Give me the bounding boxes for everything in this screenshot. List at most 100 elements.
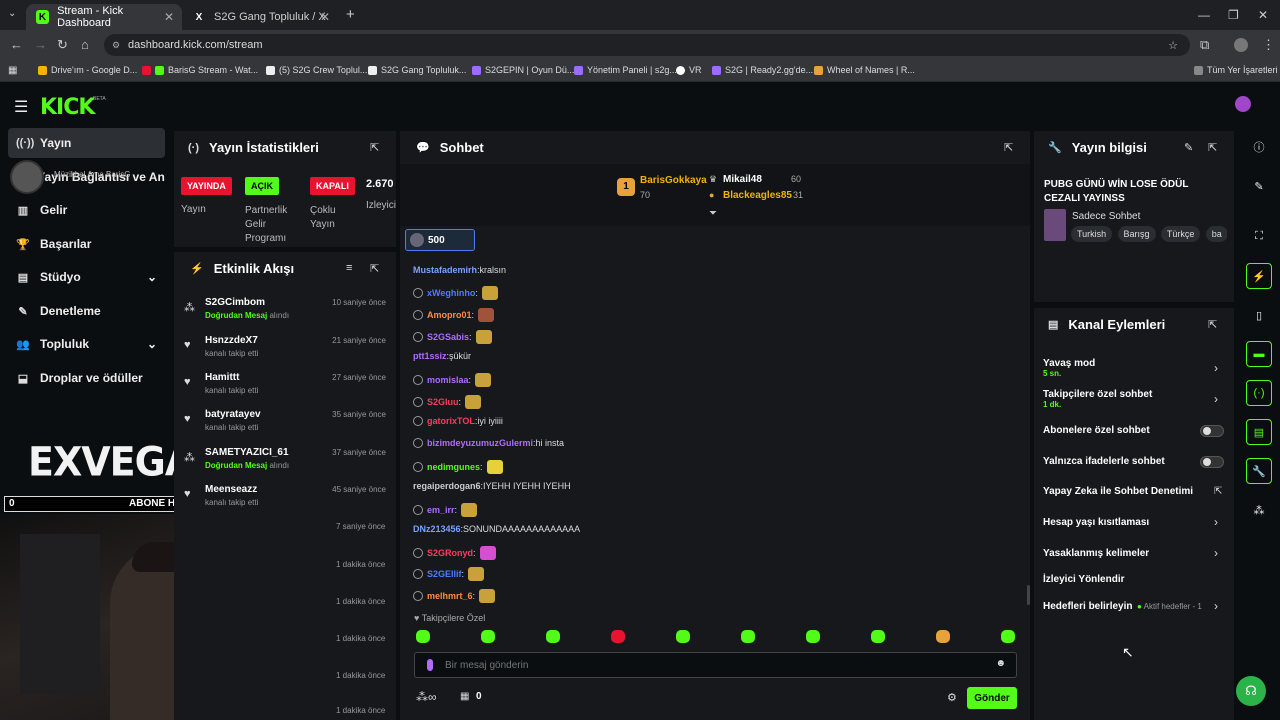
chat-username[interactable]: S2Gluu	[427, 397, 459, 407]
fullscreen-icon[interactable]: ⛶	[1246, 223, 1272, 249]
kick-logo[interactable]: KICK	[40, 95, 95, 120]
chat-input-box[interactable]: ☻	[414, 652, 1017, 678]
chat-username[interactable]: momislaa	[427, 375, 469, 385]
chat-username[interactable]: melhmrt_6	[427, 591, 473, 601]
bookmark-item[interactable]: Yönetim Paneli | s2g...	[574, 65, 677, 75]
chevron-right-icon[interactable]: ›	[1214, 546, 1218, 560]
url-field[interactable]: ⚙ dashboard.kick.com/stream ☆	[104, 34, 1190, 56]
bookmark-item[interactable]: (5) S2G Crew Toplul...	[266, 65, 367, 75]
chevron-right-icon[interactable]: ›	[1214, 599, 1218, 613]
filter-icon[interactable]: ≡	[346, 262, 352, 274]
sidebar-item-droplar[interactable]: ⬓ Droplar ve ödüller	[8, 363, 165, 393]
chevron-right-icon[interactable]: ›	[1214, 392, 1218, 406]
chat-username[interactable]: regaiperdogan6	[413, 481, 481, 491]
bookmark-item[interactable]: S2G | Ready2.gg'de...	[712, 65, 813, 75]
chat-username[interactable]: em_irr	[427, 505, 455, 515]
action-banned-words[interactable]: Yasaklanmış kelimeler	[1043, 548, 1223, 559]
chat-username[interactable]: S2GRonyd	[427, 548, 473, 558]
quick-emote-icon[interactable]	[481, 630, 495, 643]
stream-info-toggle-icon[interactable]: 🔧	[1246, 458, 1272, 484]
bookmark-item[interactable]: S2G Gang Topluluk...	[368, 65, 466, 75]
chat-username[interactable]: S2GEllif	[427, 569, 462, 579]
popout-icon[interactable]: ⇱	[370, 141, 379, 154]
hamburger-menu-icon[interactable]: ☰	[14, 97, 28, 117]
tag[interactable]: Turkish	[1071, 226, 1113, 242]
close-tab-icon[interactable]: ✕	[320, 10, 330, 24]
notes-icon[interactable]: ▯	[1246, 302, 1272, 328]
quick-emote-icon[interactable]	[1001, 630, 1015, 643]
channel-toggle-icon[interactable]: ▤	[1246, 419, 1272, 445]
chevron-right-icon[interactable]: ›	[1214, 361, 1218, 375]
info-icon[interactable]: ⓘ	[1246, 134, 1272, 160]
browser-menu-icon[interactable]: ⋮	[1262, 37, 1275, 53]
sidebar-item-yayin[interactable]: ((·)) Yayın	[8, 128, 165, 158]
user-avatar[interactable]	[1235, 96, 1251, 112]
minimize-icon[interactable]: —	[1198, 8, 1210, 22]
home-icon[interactable]: ⌂	[81, 37, 89, 52]
maximize-icon[interactable]: ❐	[1228, 8, 1239, 22]
quick-emote-icon[interactable]	[676, 630, 690, 643]
bookmark-item[interactable]: S2GEPIN | Oyun Dü...	[472, 65, 574, 75]
new-tab-icon[interactable]: +	[346, 6, 355, 23]
forward-icon[interactable]: →	[34, 37, 47, 52]
broadcast-toggle-icon[interactable]: (·)	[1246, 380, 1272, 406]
chat-username[interactable]: Mustafademirh	[413, 265, 477, 275]
leader-name[interactable]: Blackeagles85	[723, 190, 792, 201]
chat-username[interactable]: S2GSabis	[427, 332, 469, 342]
quick-emote-icon[interactable]	[611, 630, 625, 643]
leader-name[interactable]: Mikail48	[723, 174, 762, 185]
popout-icon[interactable]: ⇱	[370, 262, 379, 275]
send-button[interactable]: Gönder	[967, 687, 1017, 709]
pinned-gift[interactable]: 500	[405, 229, 475, 251]
bookmark-star-icon[interactable]: ☆	[1168, 39, 1178, 52]
quick-emote-icon[interactable]	[546, 630, 560, 643]
quick-emote-icon[interactable]	[936, 630, 950, 643]
apps-icon[interactable]: ▦	[8, 65, 17, 76]
category-name[interactable]: Sadece Sohbet	[1072, 211, 1140, 222]
action-raid[interactable]: İzleyici Yönlendir	[1043, 574, 1223, 585]
reload-icon[interactable]: ↻	[57, 37, 68, 53]
tab-list-icon[interactable]: ⌄	[8, 8, 16, 19]
popout-icon[interactable]: ⇱	[1208, 141, 1217, 154]
gift-box-icon[interactable]: ▦	[460, 691, 469, 702]
sidebar-item-gelir[interactable]: ▥ Gelir	[8, 195, 165, 225]
chat-username[interactable]: Amopro01	[427, 310, 472, 320]
action-followers-only[interactable]: Takipçilere özel sohbet 1 dk.	[1043, 389, 1223, 409]
bookmark-item[interactable]: BarisG Stream - Wat...	[142, 65, 258, 75]
quick-emote-icon[interactable]	[741, 630, 755, 643]
external-link-icon[interactable]: ⇱	[1214, 486, 1222, 497]
more-icon[interactable]: ⁂	[1246, 497, 1272, 523]
chat-input[interactable]	[445, 657, 985, 673]
chevron-right-icon[interactable]: ›	[1214, 515, 1218, 529]
chat-username[interactable]: ptt1ssiz	[413, 351, 447, 361]
tab-x[interactable]: X S2G Gang Topluluk / X ✕	[182, 4, 338, 30]
action-account-age[interactable]: Hesap yaşı kısıtlaması	[1043, 517, 1223, 528]
category-thumbnail[interactable]	[1044, 209, 1066, 241]
close-tab-icon[interactable]: ✕	[164, 10, 174, 24]
sidebar-item-basarilar[interactable]: 🏆 Başarılar	[8, 229, 165, 259]
emotes-only-toggle[interactable]	[1200, 456, 1224, 468]
sidebar-item-denetleme[interactable]: ✎ Denetleme	[8, 296, 165, 326]
sidebar-item-topluluk[interactable]: 👥 Topluluk ⌄	[8, 329, 165, 359]
bookmark-item[interactable]: Drive'ım - Google D...	[38, 65, 137, 75]
chat-toggle-icon[interactable]: ▬	[1246, 341, 1272, 367]
chat-username[interactable]: xWeghinho	[427, 288, 475, 298]
sidebar-item-studyo[interactable]: ▤ Stüdyo ⌄	[8, 262, 165, 292]
chat-username[interactable]: gatorixTOL	[427, 416, 475, 426]
emoji-icon[interactable]: ☻	[995, 658, 1006, 669]
points-icon[interactable]: ⁂∞	[416, 690, 437, 704]
tag[interactable]: ba	[1205, 226, 1227, 242]
leader-name[interactable]: BarisGokkaya	[640, 175, 707, 186]
popout-icon[interactable]: ⇱	[1004, 141, 1013, 154]
tab-stream[interactable]: K Stream - Kick Dashboard ✕	[26, 4, 182, 30]
tag[interactable]: Türkçe	[1160, 226, 1201, 242]
close-window-icon[interactable]: ✕	[1258, 8, 1268, 22]
chat-username[interactable]: nedimgunes	[427, 462, 480, 472]
subscribers-only-toggle[interactable]	[1200, 425, 1224, 437]
bookmark-item[interactable]: Wheel of Names | R...	[814, 65, 915, 75]
edit-icon[interactable]: ✎	[1246, 173, 1272, 199]
chat-username[interactable]: bizimdeyuzumuzGulermi	[427, 438, 533, 448]
edit-icon[interactable]: ✎	[1184, 141, 1193, 154]
tag[interactable]: Barışg	[1117, 226, 1156, 242]
all-bookmarks[interactable]: Tüm Yer İşaretleri	[1194, 65, 1278, 75]
